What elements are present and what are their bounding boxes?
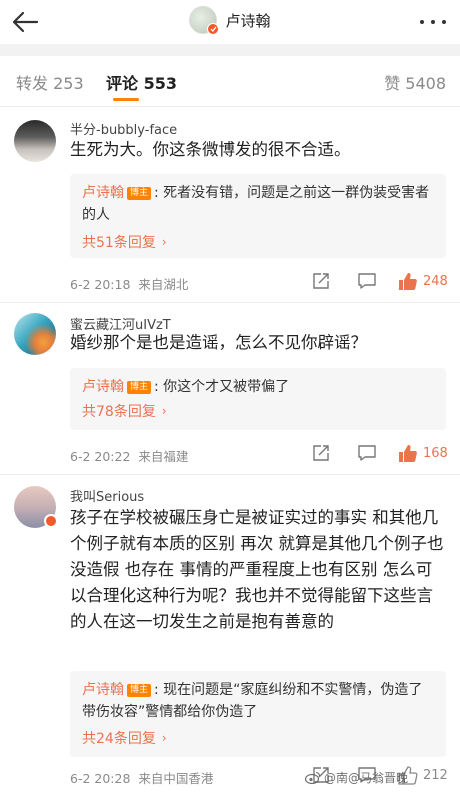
- reply-count-link[interactable]: 共24条回复 ›: [82, 728, 167, 748]
- like-button[interactable]: 168: [398, 442, 448, 464]
- thumbs-up-icon: [399, 444, 417, 462]
- reply-count-label: 共78条回复: [82, 404, 156, 420]
- top-bar: 卢诗翰: [0, 0, 460, 44]
- header-title[interactable]: 卢诗翰: [225, 10, 270, 31]
- reply-box[interactable]: 卢诗翰 博主: 死者没有错，问题是之前这一群伪装受害者的人 共51条回复 ›: [70, 174, 446, 258]
- reply-author[interactable]: 卢诗翰: [82, 682, 124, 698]
- section-divider: [0, 44, 460, 56]
- reply-content: 卢诗翰 博主: 死者没有错，问题是之前这一群伪装受害者的人: [82, 182, 434, 226]
- like-button[interactable]: 248: [398, 270, 448, 292]
- like-count: 212: [423, 767, 448, 783]
- comment-icon[interactable]: [357, 272, 379, 292]
- comment-icon[interactable]: [357, 444, 379, 464]
- tab-comment[interactable]: 评论 553: [106, 70, 177, 94]
- comment-meta: 6-2 20:18 来自湖北: [70, 274, 188, 293]
- reply-author[interactable]: 卢诗翰: [82, 379, 124, 395]
- comment-time: 6-2 20:22: [70, 449, 131, 464]
- share-icon[interactable]: [312, 444, 332, 464]
- tab-like[interactable]: 赞 5408: [384, 70, 446, 94]
- chevron-right-icon: ›: [161, 235, 167, 249]
- header-avatar[interactable]: [189, 6, 220, 35]
- reply-count-label: 共51条回复: [82, 235, 156, 251]
- comment-time: 6-2 20:18: [70, 277, 131, 292]
- divider: [0, 474, 460, 475]
- comment-meta: 6-2 20:22 来自福建: [70, 446, 188, 465]
- reply-box[interactable]: 卢诗翰 博主: 你这个才又被带偏了 共78条回复 ›: [70, 368, 446, 430]
- divider: [0, 302, 460, 303]
- comment-meta: 6-2 20:28 来自中国香港: [70, 768, 213, 787]
- avatar[interactable]: [14, 120, 56, 162]
- verified-badge-icon: [207, 23, 220, 35]
- comment-text: 婚纱那个是也是造谣，怎么不见你辟谣？: [70, 333, 367, 352]
- divider: [0, 106, 460, 107]
- avatar[interactable]: [14, 313, 56, 355]
- reply-count-link[interactable]: 共78条回复 ›: [82, 401, 167, 421]
- comment-text: 孩子在学校被碾压身亡是被证实过的事实 和其他几个例子就有本质的区别 再次 就算是…: [70, 508, 444, 631]
- reply-box[interactable]: 卢诗翰 博主: 现在问题是“家庭纠纷和不实警情，伪造了带伤妆容”警情都给你伪造了 …: [70, 671, 446, 757]
- thumbs-up-icon: [399, 272, 417, 290]
- comment-location: 来自福建: [138, 449, 189, 464]
- comment-username[interactable]: 半分-bubbly-face: [70, 119, 177, 138]
- chevron-right-icon: ›: [161, 404, 167, 418]
- watermark-text: @南@马翁晋晚: [324, 771, 409, 785]
- reply-count-label: 共24条回复: [82, 731, 156, 747]
- blogger-badge: 博主: [127, 187, 152, 200]
- active-tab-indicator: [113, 98, 139, 101]
- reply-author[interactable]: 卢诗翰: [82, 185, 124, 201]
- blogger-badge: 博主: [127, 381, 152, 394]
- blogger-badge: 博主: [127, 684, 152, 697]
- reply-count-link[interactable]: 共51条回复 ›: [82, 232, 167, 252]
- comment-username[interactable]: 我叫Serious: [70, 486, 144, 505]
- share-icon[interactable]: [312, 272, 332, 292]
- verified-badge-icon: [44, 514, 58, 528]
- reply-content: 卢诗翰 博主: 现在问题是“家庭纠纷和不实警情，伪造了带伤妆容”警情都给你伪造了: [82, 679, 434, 723]
- tab-repost[interactable]: 转发 253: [16, 70, 84, 94]
- reply-text: : 你这个才又被带偏了: [154, 379, 290, 395]
- comment-time: 6-2 20:28: [70, 771, 131, 786]
- tab-bar: 转发 253 评论 553 赞 5408: [0, 56, 460, 106]
- like-count: 168: [423, 445, 448, 461]
- comment-location: 来自中国香港: [138, 771, 214, 786]
- comment-text: 生死为大。你这条微博发的很不合适。: [70, 140, 351, 159]
- weibo-logo-icon: [305, 771, 321, 784]
- header-user: 卢诗翰: [0, 6, 460, 35]
- more-dots-icon[interactable]: [420, 12, 446, 32]
- weibo-watermark: @南@马翁晋晚: [305, 769, 408, 786]
- comment-location: 来自湖北: [138, 277, 189, 292]
- back-arrow-icon[interactable]: [10, 8, 40, 36]
- reply-content: 卢诗翰 博主: 你这个才又被带偏了: [82, 376, 434, 398]
- chevron-right-icon: ›: [161, 731, 167, 745]
- like-count: 248: [423, 273, 448, 289]
